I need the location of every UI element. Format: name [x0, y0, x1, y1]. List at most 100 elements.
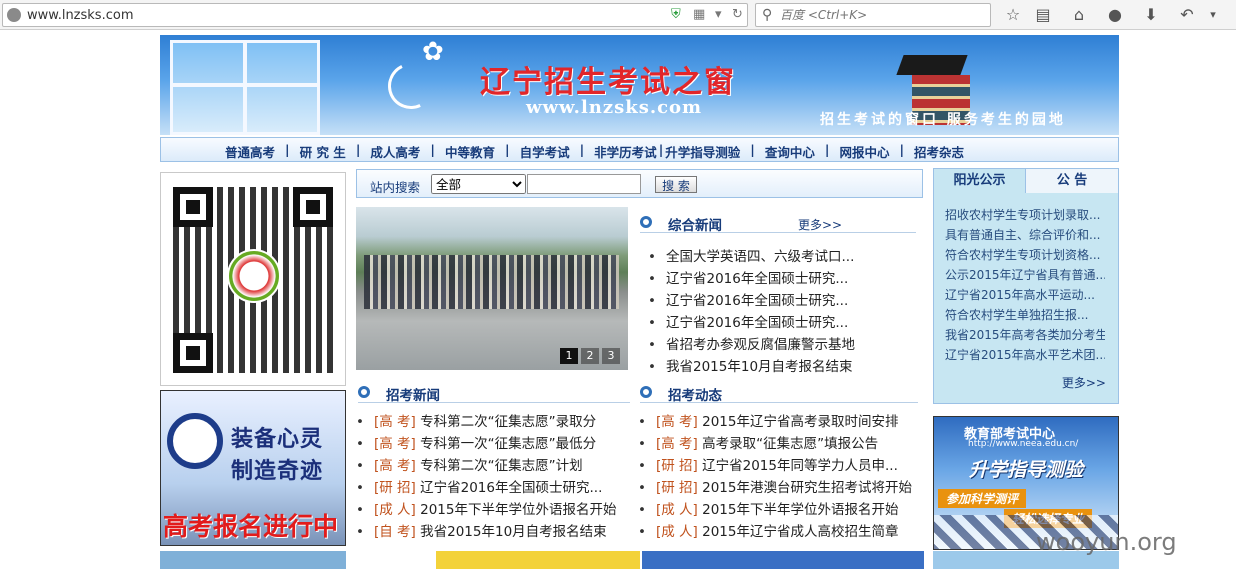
list-item[interactable]: • [高 考] 专科第一次“征集志愿”最低分 [356, 433, 632, 455]
nav-item-online-register[interactable]: 网报中心 [839, 142, 889, 161]
nav-item-secondary[interactable]: 中等教育 [445, 142, 495, 161]
star-icon[interactable]: ☆ [1003, 5, 1023, 24]
ad-right-headline: 升学指导测验 [968, 459, 1083, 481]
list-item[interactable]: • [高 考] 专科第二次“征集志愿”录取分 [356, 411, 632, 433]
nav-separator: | [824, 142, 830, 157]
slide-page-3[interactable]: 3 [602, 348, 620, 364]
left-ad-banner[interactable]: 装备心灵 制造奇迹 高考报名进行中 [160, 390, 346, 546]
admission-updates-header: 招考动态 [640, 381, 918, 404]
address-bar[interactable]: www.lnzsks.com ⛨ ▦ ▾ ↻ [2, 3, 748, 27]
list-item[interactable]: • 全国大学英语四、六级考试口... [648, 246, 918, 268]
browser-search-input[interactable] [780, 6, 985, 24]
announcement-list: 招收农村学生专项计划录取... 具有普通自主、综合评价和... 符合农村学生专项… [945, 205, 1105, 365]
tab-announcement[interactable]: 公 告 [1026, 169, 1118, 193]
download-icon[interactable]: ⬇ [1141, 5, 1161, 24]
nav-item-gaokao[interactable]: 普通高考 [225, 142, 275, 161]
menu-arrow-icon[interactable]: ▾ [1203, 8, 1223, 21]
dropdown-arrow-icon[interactable]: ▾ [715, 7, 722, 22]
list-item[interactable]: 符合农村学生单独招生报... [945, 305, 1105, 325]
shield-icon[interactable]: ⛨ [671, 7, 681, 22]
qr-logo [227, 249, 281, 303]
address-url[interactable]: www.lnzsks.com [27, 8, 133, 23]
list-item[interactable]: • [研 招] 辽宁省2016年全国硕士研究... [356, 477, 632, 499]
list-item[interactable]: • 我省2015年10月自考报名结束 [648, 356, 918, 378]
nav-item-non-degree[interactable]: 非学历考试 [594, 142, 657, 161]
search-icon: ⚲ [762, 7, 773, 23]
list-item[interactable]: 招收农村学生专项计划录取... [945, 205, 1105, 225]
list-item[interactable]: • [高 考] 专科第二次“征集志愿”计划 [356, 455, 632, 477]
nav-separator: | [750, 142, 755, 157]
admission-updates-title[interactable]: 招考动态 [668, 384, 722, 404]
announcement-tab-bar: 阳光公示 公 告 [934, 169, 1118, 193]
ad-right-url: http://www.neea.edu.cn/ [968, 439, 1079, 449]
chat-icon[interactable]: ● [1105, 5, 1125, 24]
site-slogan: 招生考试的窗口 服务考生的园地 [820, 112, 1066, 128]
admission-news-list: • [高 考] 专科第二次“征集志愿”录取分 • [高 考] 专科第一次“征集志愿”… [356, 411, 632, 543]
list-item[interactable]: • [高 考] 2015年辽宁省高考录取时间安排 [638, 411, 922, 433]
home-icon[interactable]: ⌂ [1069, 5, 1089, 24]
ad-left-line2: 制造奇迹 [231, 459, 324, 484]
photo-crowd [364, 255, 619, 309]
nav-item-self-study[interactable]: 自学考试 [520, 142, 570, 161]
nav-item-guidance-test[interactable]: 升学指导测验 [665, 142, 740, 161]
qr-finder [173, 333, 213, 373]
list-item[interactable]: • [研 招] 辽宁省2015年同等学力人员申... [638, 455, 922, 477]
nav-item-adult[interactable]: 成人高考 [370, 142, 420, 161]
ad-left-line1: 装备心灵 [231, 427, 324, 452]
school-seal-icon [167, 413, 223, 469]
bottom-banner-strip [356, 551, 640, 569]
dove-icon: ✿ [422, 37, 444, 67]
admission-news-title[interactable]: 招考新闻 [386, 384, 440, 404]
bottom-banner-strip [642, 551, 924, 569]
browser-search-box[interactable]: ⚲ [755, 3, 991, 27]
nav-separator: | [899, 142, 905, 157]
qr-finder [293, 187, 333, 227]
general-news-title[interactable]: 综合新闻 [668, 214, 722, 234]
list-item[interactable]: 辽宁省2015年高水平运动... [945, 285, 1105, 305]
list-item[interactable]: • [成 人] 2015年下半年学位外语报名开始 [638, 499, 922, 521]
tab-public-notice[interactable]: 阳光公示 [934, 169, 1026, 193]
list-item[interactable]: • [高 考] 高考录取“征集志愿”填报公告 [638, 433, 922, 455]
wechat-qr-code [160, 172, 346, 386]
news-photo-slideshow[interactable]: 1 2 3 [356, 207, 628, 370]
list-item[interactable]: • [成 人] 2015年下半年学位外语报名开始 [356, 499, 632, 521]
slide-page-1[interactable]: 1 [560, 348, 578, 364]
general-news-more-link[interactable]: 更多>> [798, 216, 842, 233]
nav-separator: | [579, 142, 585, 157]
bullet-circle-icon [640, 216, 652, 228]
list-item[interactable]: 我省2015年高考各类加分考生 [945, 325, 1105, 345]
back-icon[interactable]: ↶ [1177, 5, 1197, 24]
site-domain: www.lnzsks.com [526, 97, 703, 118]
site-search-bar: 站内搜索 全部 搜 索 [356, 169, 923, 198]
search-scope-select[interactable]: 全部 [431, 174, 526, 194]
refresh-icon[interactable]: ↻ [732, 7, 743, 22]
list-item[interactable]: 符合农村学生专项计划资格... [945, 245, 1105, 265]
nav-item-magazine[interactable]: 招考杂志 [914, 142, 964, 161]
slideshow-pager: 1 2 3 [560, 348, 620, 364]
announcement-more-link[interactable]: 更多>> [1062, 374, 1106, 391]
list-item[interactable]: • 辽宁省2016年全国硕士研究... [648, 312, 918, 334]
browser-toolbar: www.lnzsks.com ⛨ ▦ ▾ ↻ ⚲ ☆ ▤ ⌂ ● ⬇ ↶ ▾ [0, 0, 1236, 30]
reader-icon[interactable]: ▤ [1033, 5, 1053, 24]
list-item[interactable]: • [成 人] 2015年辽宁省成人高校招生简章 [638, 521, 922, 543]
list-item[interactable]: 具有普通自主、综合评价和... [945, 225, 1105, 245]
list-item[interactable]: • [自 考] 我省2015年10月自考报名结束 [356, 521, 632, 543]
qr-finder [173, 187, 213, 227]
nav-item-graduate[interactable]: 研 究 生 [300, 142, 346, 161]
nav-separator: | [430, 142, 435, 157]
slide-page-2[interactable]: 2 [581, 348, 599, 364]
nav-separator: | [505, 142, 510, 157]
list-item[interactable]: • 辽宁省2016年全国硕士研究... [648, 268, 918, 290]
list-item[interactable]: 公示2015年辽宁省具有普通... [945, 265, 1105, 285]
site-search-button[interactable]: 搜 索 [655, 176, 697, 193]
ad-right-badge1: 参加科学测评 [938, 489, 1027, 508]
site-banner: ✿ 辽宁招生考试之窗 www.lnzsks.com 招生考试的窗口 服务考生的园… [160, 35, 1119, 135]
site-search-input[interactable] [527, 174, 641, 194]
qr-icon[interactable]: ▦ [693, 7, 705, 22]
list-item[interactable]: 辽宁省2015年高水平艺术团... [945, 345, 1105, 365]
list-item[interactable]: • 省招考办参观反腐倡廉警示基地 [648, 334, 918, 356]
list-item[interactable]: • 辽宁省2016年全国硕士研究... [648, 290, 918, 312]
list-item[interactable]: • [研 招] 2015年港澳台研究生招考试将开始 [638, 477, 922, 499]
nav-item-query[interactable]: 查询中心 [765, 142, 815, 161]
bottom-banner-strip [160, 551, 346, 569]
